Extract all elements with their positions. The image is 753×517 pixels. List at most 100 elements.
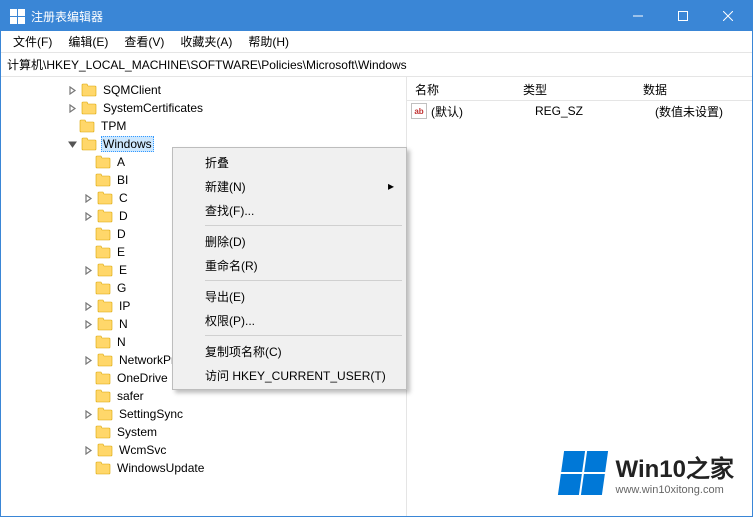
- expander-open-icon[interactable]: [65, 137, 79, 151]
- tree-item[interactable]: SystemCertificates: [1, 99, 406, 117]
- col-type[interactable]: 类型: [515, 77, 635, 100]
- tree-label: G: [115, 281, 128, 295]
- expander-closed-icon[interactable]: [81, 407, 95, 421]
- folder-icon: [81, 137, 97, 151]
- folder-icon: [81, 83, 97, 97]
- tree-label: D: [117, 209, 130, 223]
- ctx-export[interactable]: 导出(E): [175, 284, 404, 308]
- tree-item[interactable]: System: [1, 423, 406, 441]
- folder-icon: [97, 299, 113, 313]
- tree-label: N: [117, 317, 130, 331]
- regedit-icon: [9, 8, 25, 24]
- tree-label: SystemCertificates: [101, 101, 205, 115]
- value-type: REG_SZ: [535, 104, 655, 118]
- folder-icon: [97, 191, 113, 205]
- menubar: 文件(F) 编辑(E) 查看(V) 收藏夹(A) 帮助(H): [1, 31, 752, 53]
- tree-label: N: [115, 335, 128, 349]
- windows-logo-icon: [556, 450, 608, 496]
- tree-label: OneDrive: [115, 371, 170, 385]
- ctx-new[interactable]: 新建(N)▸: [175, 174, 404, 198]
- folder-icon: [95, 227, 111, 241]
- expander-closed-icon[interactable]: [81, 299, 95, 313]
- watermark-brand: Win10之家: [616, 449, 734, 484]
- folder-icon: [95, 389, 111, 403]
- value-name: (默认): [431, 103, 535, 120]
- ctx-separator: [205, 335, 402, 336]
- titlebar: 注册表编辑器: [1, 1, 752, 31]
- expander-closed-icon[interactable]: [81, 353, 95, 367]
- folder-icon: [97, 443, 113, 457]
- expander-closed-icon[interactable]: [65, 101, 79, 115]
- list-header: 名称 类型 数据: [407, 77, 752, 101]
- ctx-copy-key-name[interactable]: 复制项名称(C): [175, 339, 404, 363]
- folder-icon: [95, 461, 111, 475]
- folder-icon: [97, 317, 113, 331]
- maximize-button[interactable]: [660, 1, 705, 31]
- tree-label: WcmSvc: [117, 443, 168, 457]
- watermark: Win10之家 www.win10xitong.com: [560, 449, 734, 496]
- folder-icon: [97, 209, 113, 223]
- ctx-separator: [205, 225, 402, 226]
- submenu-arrow-icon: ▸: [388, 179, 394, 193]
- folder-icon: [95, 371, 111, 385]
- folder-icon: [79, 119, 95, 133]
- col-data[interactable]: 数据: [635, 77, 675, 100]
- list-row[interactable]: ab (默认) REG_SZ (数值未设置): [407, 101, 752, 121]
- string-value-icon: ab: [411, 103, 427, 119]
- tree-item[interactable]: WcmSvc: [1, 441, 406, 459]
- menu-file[interactable]: 文件(F): [5, 31, 60, 52]
- address-path: 计算机\HKEY_LOCAL_MACHINE\SOFTWARE\Policies…: [7, 56, 407, 73]
- watermark-url: www.win10xitong.com: [616, 484, 734, 496]
- menu-view[interactable]: 查看(V): [116, 31, 172, 52]
- folder-icon: [97, 263, 113, 277]
- expander-closed-icon[interactable]: [81, 443, 95, 457]
- tree-item[interactable]: WindowsUpdate: [1, 459, 406, 477]
- tree-label: E: [115, 245, 127, 259]
- ctx-rename[interactable]: 重命名(R): [175, 253, 404, 277]
- ctx-separator: [205, 280, 402, 281]
- addressbar[interactable]: 计算机\HKEY_LOCAL_MACHINE\SOFTWARE\Policies…: [1, 53, 752, 77]
- ctx-find[interactable]: 查找(F)...: [175, 198, 404, 222]
- folder-icon: [81, 101, 97, 115]
- value-data: (数值未设置): [655, 103, 723, 120]
- tree-label: SettingSync: [117, 407, 185, 421]
- tree-item[interactable]: SQMClient: [1, 81, 406, 99]
- ctx-goto-hkcu[interactable]: 访问 HKEY_CURRENT_USER(T): [175, 363, 404, 387]
- ctx-delete[interactable]: 删除(D): [175, 229, 404, 253]
- folder-icon: [95, 335, 111, 349]
- menu-help[interactable]: 帮助(H): [240, 31, 297, 52]
- tree-label: System: [115, 425, 159, 439]
- context-menu: 折叠 新建(N)▸ 查找(F)... 删除(D) 重命名(R) 导出(E) 权限…: [172, 147, 407, 390]
- tree-label: D: [115, 227, 128, 241]
- tree-label: SQMClient: [101, 83, 163, 97]
- close-button[interactable]: [705, 1, 750, 31]
- tree-label: A: [115, 155, 127, 169]
- folder-icon: [95, 425, 111, 439]
- tree-label: BI: [115, 173, 130, 187]
- folder-icon: [97, 353, 113, 367]
- ctx-permissions[interactable]: 权限(P)...: [175, 308, 404, 332]
- folder-icon: [95, 155, 111, 169]
- expander-closed-icon[interactable]: [81, 209, 95, 223]
- menu-edit[interactable]: 编辑(E): [60, 31, 116, 52]
- tree-label: IP: [117, 299, 132, 313]
- menu-favorites[interactable]: 收藏夹(A): [172, 31, 240, 52]
- col-name[interactable]: 名称: [407, 77, 515, 100]
- minimize-button[interactable]: [615, 1, 660, 31]
- tree-label: WindowsUpdate: [115, 461, 206, 475]
- expander-closed-icon[interactable]: [81, 191, 95, 205]
- tree-label: safer: [115, 389, 146, 403]
- tree-item[interactable]: SettingSync: [1, 405, 406, 423]
- tree-item[interactable]: TPM: [1, 117, 406, 135]
- expander-closed-icon[interactable]: [65, 83, 79, 97]
- tree-label: E: [117, 263, 129, 277]
- ctx-collapse[interactable]: 折叠: [175, 150, 404, 174]
- expander-closed-icon[interactable]: [81, 317, 95, 331]
- expander-closed-icon[interactable]: [81, 263, 95, 277]
- tree-label: Windows: [101, 136, 154, 152]
- tree-label: C: [117, 191, 130, 205]
- folder-icon: [95, 245, 111, 259]
- folder-icon: [95, 281, 111, 295]
- window-title: 注册表编辑器: [31, 8, 615, 25]
- tree-label: TPM: [99, 119, 128, 133]
